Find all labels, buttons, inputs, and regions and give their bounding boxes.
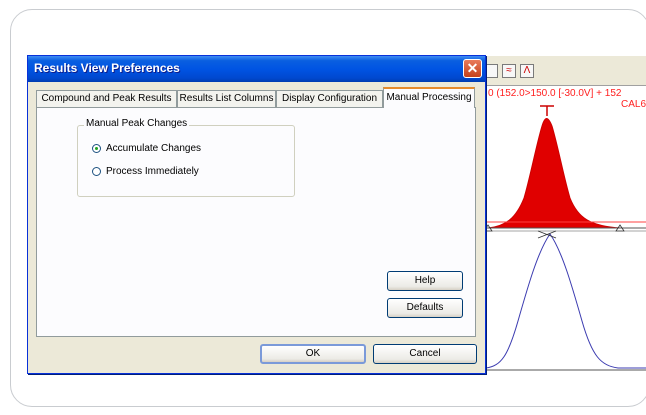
tab-display-configuration[interactable]: Display Configuration (276, 90, 383, 107)
manual-peak-changes-group: Manual Peak Changes Accumulate Changes P… (77, 118, 295, 197)
cancel-button[interactable]: Cancel (373, 344, 477, 364)
radio-unselected-icon[interactable] (92, 166, 101, 176)
trace-label: 0 (152.0>150.0 [-30.0V] + 152 (488, 88, 622, 99)
chromatogram-toolbar: ≈ Λ (486, 56, 646, 86)
dialog-titlebar[interactable]: Results View Preferences ✕ (28, 56, 485, 82)
peak-integration-icon[interactable]: ≈ (502, 64, 516, 78)
ok-button[interactable]: OK (260, 344, 366, 364)
radio-selected-icon[interactable] (92, 143, 101, 153)
trace-sublabel: CAL6 (621, 99, 646, 110)
line-trace (486, 233, 646, 369)
option-label: Process Immediately (106, 166, 199, 177)
process-immediately-option[interactable]: Process Immediately (92, 166, 199, 180)
toolbar-button-partial[interactable] (486, 64, 498, 78)
option-label: Accumulate Changes (106, 143, 202, 154)
tab-results-list-columns[interactable]: Results List Columns (177, 90, 276, 107)
help-button[interactable]: Help (387, 271, 463, 291)
dialog-title: Results View Preferences (34, 61, 180, 75)
filled-peak (487, 118, 622, 229)
chromatogram-window: ≈ Λ 0 (152.0>150.0 [-30.0V] + 152 CAL6 (486, 56, 646, 374)
accumulate-changes-option[interactable]: Accumulate Changes (92, 143, 201, 157)
manual-processing-panel: Manual Peak Changes Accumulate Changes P… (36, 107, 476, 337)
tab-compound-and-peak-results[interactable]: Compound and Peak Results (36, 90, 177, 107)
results-view-preferences-dialog: Results View Preferences ✕ Compound and … (27, 55, 486, 374)
tab-strip: Compound and Peak Results Results List C… (36, 87, 476, 108)
defaults-button[interactable]: Defaults (387, 298, 463, 318)
chromatogram-plot: 0 (152.0>150.0 [-30.0V] + 152 CAL6 (486, 86, 646, 374)
overlay-icon[interactable]: Λ (520, 64, 534, 78)
group-label: Manual Peak Changes (84, 118, 190, 129)
close-icon[interactable]: ✕ (463, 59, 482, 78)
tab-manual-processing[interactable]: Manual Processing (383, 87, 475, 108)
